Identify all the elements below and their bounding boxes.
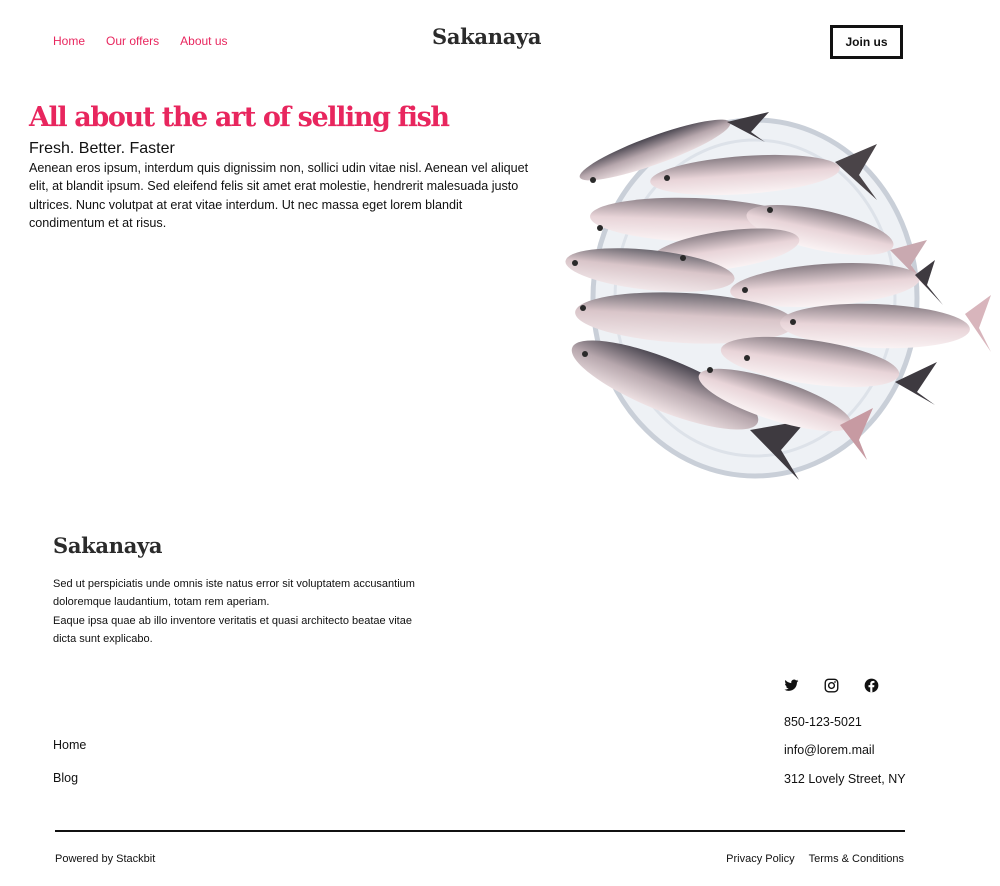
footer-home-link[interactable]: Home (53, 738, 86, 752)
nav-home-link[interactable]: Home (53, 34, 85, 48)
footer-divider (55, 830, 905, 832)
instagram-icon[interactable] (824, 678, 842, 696)
facebook-icon[interactable] (864, 678, 882, 696)
twitter-icon[interactable] (784, 678, 802, 696)
footer-description-p1: Sed ut perspiciatis unde omnis iste natu… (53, 578, 415, 609)
footer-nav: Home Blog (53, 738, 86, 785)
join-us-button[interactable]: Join us (830, 25, 903, 59)
powered-by-text: Powered by Stackbit (55, 853, 156, 865)
terms-conditions-link[interactable]: Terms & Conditions (809, 853, 904, 865)
fish-platter-image (565, 112, 991, 480)
contact-address: 312 Lovely Street, NY (784, 772, 906, 786)
footer-logo: Sakanaya (53, 533, 163, 558)
footer-description: Sed ut perspiciatis unde omnis iste natu… (53, 575, 433, 649)
contact-email: info@lorem.mail (784, 743, 875, 757)
hero-subtitle: Fresh. Better. Faster (29, 140, 175, 157)
nav-about-us-link[interactable]: About us (180, 34, 227, 48)
privacy-policy-link[interactable]: Privacy Policy (726, 853, 794, 865)
hero-body-text: Aenean eros ipsum, interdum quis digniss… (29, 161, 529, 230)
header-logo[interactable]: Sakanaya (432, 24, 542, 49)
legal-links: Privacy Policy Terms & Conditions (726, 853, 904, 865)
hero-title: All about the art of selling fish (29, 102, 450, 133)
nav-our-offers-link[interactable]: Our offers (106, 34, 159, 48)
contact-phone: 850-123-5021 (784, 715, 862, 729)
main-nav: Home Our offers About us (53, 34, 228, 48)
footer-description-p2: Eaque ipsa quae ab illo inventore verita… (53, 614, 412, 646)
social-links (784, 678, 882, 696)
footer-blog-link[interactable]: Blog (53, 771, 86, 785)
